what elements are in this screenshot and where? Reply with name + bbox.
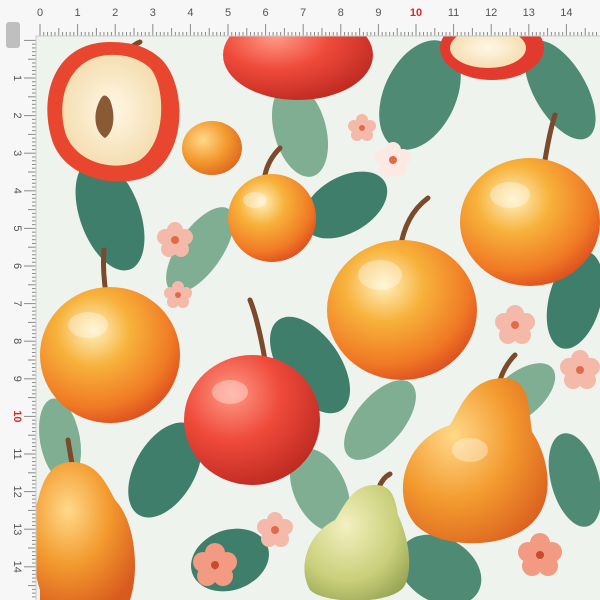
ruler-left-label: 7 — [11, 301, 23, 307]
apple — [228, 174, 316, 262]
ruler-left-label: 14 — [11, 561, 23, 573]
apple-half — [47, 42, 180, 182]
ruler-left-label: 9 — [11, 376, 23, 382]
ruler-left-label: 10 — [11, 410, 23, 422]
ruler-left-label: 11 — [11, 448, 23, 459]
ruler-top-label: 0 — [37, 7, 43, 19]
ruler-top-label: 9 — [375, 7, 381, 19]
ruler-top-label: 2 — [112, 7, 118, 19]
ruler-left-label: 4 — [11, 188, 23, 194]
ruler-left-label: 13 — [11, 523, 23, 535]
ruler-left-label: 1 — [11, 75, 23, 81]
ruler-top: 0 1 2 3 4 5 6 7 8 9 10 11 12 13 14 — [0, 0, 600, 37]
ruler-top-label: 1 — [75, 7, 81, 19]
ruler-left-label: 3 — [11, 150, 23, 156]
ruler-top-label: 11 — [448, 7, 459, 19]
ruler-left-label: 6 — [11, 263, 23, 269]
ruler-left-label: 8 — [11, 338, 23, 344]
apple — [40, 287, 180, 423]
ruler-top-label: 6 — [263, 7, 269, 19]
ruler-left-label: 2 — [11, 113, 23, 119]
fabric-print-scene: 0 1 2 3 4 5 6 7 8 9 10 11 12 13 14 1234567891011121314 — [0, 0, 600, 600]
ruler-top-label: 12 — [485, 7, 497, 19]
apple — [184, 355, 320, 485]
ruler-top-label: 7 — [300, 7, 306, 19]
ruler-left-label: 12 — [11, 485, 23, 497]
apple — [182, 121, 242, 175]
ruler-top-label: 10 — [410, 7, 422, 19]
ruler-top-label: 5 — [225, 7, 231, 19]
apple — [327, 240, 477, 380]
ruler-left-label: 5 — [11, 225, 23, 231]
ruler-clip — [6, 22, 20, 48]
ruler-top-label: 14 — [560, 7, 572, 19]
apple — [460, 158, 600, 286]
ruler-top-label: 3 — [150, 7, 156, 19]
ruler-top-label: 4 — [187, 7, 193, 19]
ruler-left: 1234567891011121314 — [0, 0, 37, 600]
ruler-top-label: 8 — [338, 7, 344, 19]
ruler-top-label: 13 — [523, 7, 535, 19]
